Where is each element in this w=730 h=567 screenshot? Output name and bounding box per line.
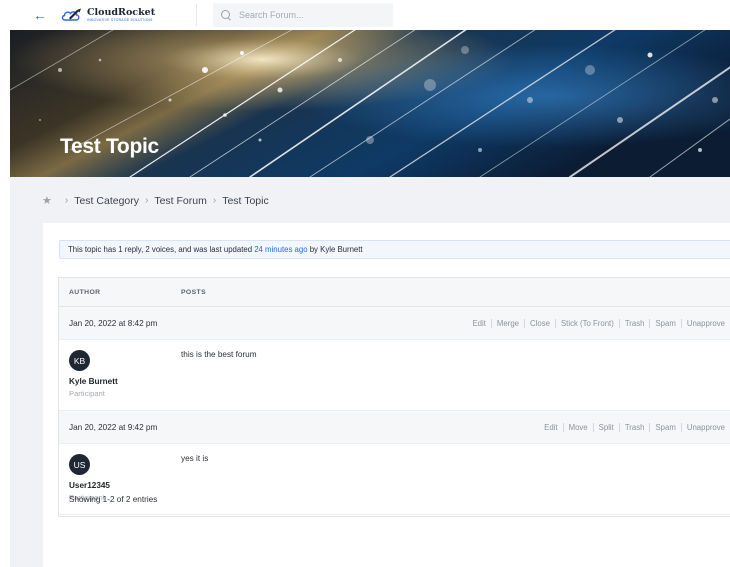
post-date: Jan 20, 2022 at 8:42 pm — [69, 318, 158, 328]
topic-banner: Test Topic — [10, 30, 730, 177]
chevron-right-icon: › — [212, 195, 217, 206]
author-name[interactable]: Kyle Burnett — [69, 377, 181, 386]
close-link[interactable]: Close — [524, 318, 555, 328]
breadcrumb-item-category[interactable]: Test Category — [74, 195, 139, 207]
spam-link[interactable]: Spam — [649, 422, 680, 432]
breadcrumb-item-forum[interactable]: Test Forum — [154, 195, 207, 207]
trash-link[interactable]: Trash — [618, 422, 650, 432]
topic-title: Test Topic — [60, 135, 159, 158]
post-admin-links: Edit Move Split Trash Spam Unapprove — [539, 422, 730, 432]
post-author: KB Kyle Burnett Participant — [59, 340, 181, 410]
avatar[interactable]: KB — [69, 350, 90, 371]
trash-link[interactable]: Trash — [618, 318, 650, 328]
stick-link[interactable]: Stick (To Front) — [554, 318, 619, 328]
post-body: KB Kyle Burnett Participant this is the … — [59, 340, 730, 411]
pagination-summary: Showing 1-2 of 2 entries — [69, 495, 158, 504]
top-bar: ← CloudRocket INNOVATIVE STORAGE SOLUTIO… — [0, 0, 730, 30]
logo-tagline: INNOVATIVE STORAGE SOLUTIONS — [87, 18, 153, 22]
search-input[interactable] — [239, 10, 379, 20]
unapprove-link[interactable]: Unapprove — [680, 422, 730, 432]
post-meta-row: Jan 20, 2022 at 8:42 pm Edit Merge Close… — [59, 307, 730, 340]
search-icon — [221, 9, 232, 21]
merge-link[interactable]: Merge — [490, 318, 524, 328]
topic-info-notice: This topic has 1 reply, 2 voices, and wa… — [59, 240, 730, 259]
notice-suffix: by Kyle Burnett — [307, 245, 363, 254]
posts-table: AUTHOR POSTS Jan 20, 2022 at 8:42 pm Edi… — [58, 277, 730, 517]
home-star-icon[interactable]: ★ — [42, 194, 52, 207]
avatar[interactable]: US — [69, 454, 90, 475]
notice-prefix: This topic has 1 reply, 2 voices, and wa… — [68, 245, 255, 254]
post-admin-links: Edit Merge Close Stick (To Front) Trash … — [467, 318, 730, 328]
move-link[interactable]: Move — [562, 422, 593, 432]
split-link[interactable]: Split — [592, 422, 619, 432]
back-arrow-icon[interactable]: ← — [33, 0, 55, 30]
post-date: Jan 20, 2022 at 9:42 pm — [69, 422, 158, 432]
breadcrumb-item-topic: Test Topic — [222, 194, 269, 207]
post-content: this is the best forum — [181, 350, 257, 359]
last-updated-link[interactable]: 24 minutes ago — [254, 245, 307, 254]
logo[interactable]: CloudRocket INNOVATIVE STORAGE SOLUTIONS — [61, 8, 173, 22]
logo-name: CloudRocket — [87, 7, 156, 18]
cloud-rocket-logo-icon — [61, 8, 83, 22]
column-header-posts: POSTS — [181, 288, 207, 296]
author-role: Participant — [69, 389, 105, 398]
column-header-author: AUTHOR — [69, 288, 101, 296]
header-divider — [196, 4, 197, 26]
edit-link[interactable]: Edit — [539, 423, 562, 432]
posts-table-header: AUTHOR POSTS — [59, 278, 730, 307]
chevron-right-icon: › — [145, 195, 149, 206]
edit-link[interactable]: Edit — [467, 319, 490, 328]
post-meta-row: Jan 20, 2022 at 9:42 pm Edit Move Split … — [59, 411, 730, 444]
unapprove-link[interactable]: Unapprove — [680, 318, 730, 328]
breadcrumb: ★ › Test Category › Test Forum › Test To… — [42, 194, 269, 208]
chevron-right-icon: › — [64, 195, 69, 206]
sidebar-edge — [0, 30, 10, 567]
spam-link[interactable]: Spam — [649, 318, 680, 328]
search-box[interactable] — [213, 3, 393, 27]
